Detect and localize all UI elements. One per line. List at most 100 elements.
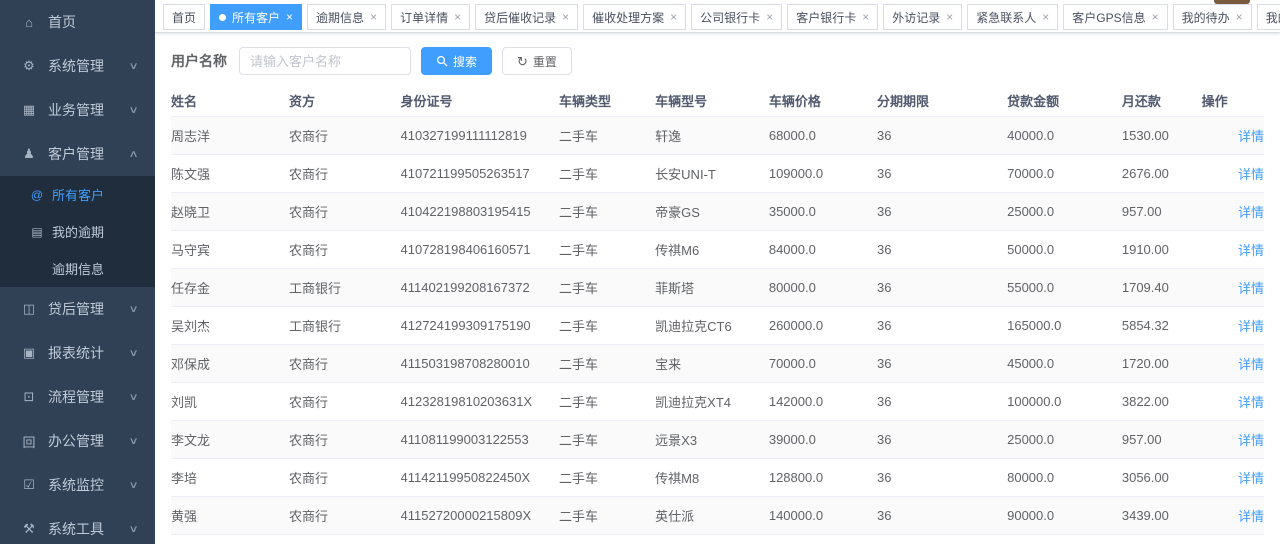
tab[interactable]: 贷后催收记录 × — [475, 4, 578, 30]
cell-loan-amount: 45000.0 — [1007, 345, 1122, 383]
tab[interactable]: 客户GPS信息 × — [1063, 4, 1167, 30]
detail-link[interactable]: 详情 — [1238, 205, 1264, 220]
close-icon[interactable]: × — [286, 11, 293, 23]
tab[interactable]: 紧急联系人 × — [967, 4, 1058, 30]
tab[interactable]: 公司银行卡 × — [691, 4, 782, 30]
search-button-label: 搜索 — [453, 53, 477, 70]
tab[interactable]: 催收处理方案 × — [583, 4, 686, 30]
table-row: 李文龙 农商行 411081199003122553 二手车 远景X3 3900… — [171, 421, 1264, 459]
cell-funder: 工商银行 — [289, 269, 400, 307]
cell-loan-amount: 165000.0 — [1007, 307, 1122, 345]
sidebar-item[interactable]: ▤ 我的逾期 — [0, 213, 155, 250]
sidebar-item-label: 业务管理 — [48, 100, 104, 120]
sidebar-item[interactable]: ♟ 客户管理 ∧ — [0, 132, 155, 176]
cell-vehicle-type: 二手车 — [559, 497, 655, 535]
cell-vehicle-model: 菲斯塔 — [655, 269, 769, 307]
table-row: 任存金 工商银行 411402199208167372 二手车 菲斯塔 8000… — [171, 269, 1264, 307]
cell-loan-amount: 50000.0 — [1007, 231, 1122, 269]
tab[interactable]: 逾期信息 × — [307, 4, 386, 30]
sidebar-item[interactable]: ▦ 业务管理 ∨ — [0, 88, 155, 132]
close-icon[interactable]: × — [1152, 11, 1159, 23]
sidebar-item[interactable]: ⌂ 首页 — [0, 0, 155, 44]
close-icon[interactable]: × — [766, 11, 773, 23]
cell-vehicle-model: 远景X3 — [655, 421, 769, 459]
detail-link[interactable]: 详情 — [1238, 129, 1264, 144]
table-row: 马守宾 农商行 410728198406160571 二手车 传祺M6 8400… — [171, 231, 1264, 269]
detail-link[interactable]: 详情 — [1238, 319, 1264, 334]
detail-link[interactable]: 详情 — [1238, 395, 1264, 410]
close-icon[interactable]: × — [562, 11, 569, 23]
sidebar-item[interactable]: 回 办公管理 ∨ — [0, 419, 155, 463]
cell-id-number: 411402199208167372 — [401, 269, 559, 307]
detail-link[interactable]: 详情 — [1238, 357, 1264, 372]
cell-vehicle-type: 二手车 — [559, 535, 655, 544]
sidebar-item-label: 逾期信息 — [52, 259, 104, 278]
cell-term: 36 — [877, 421, 1007, 459]
sidebar-item[interactable]: ▣ 报表统计 ∨ — [0, 331, 155, 375]
tab[interactable]: 首页 × — [163, 4, 205, 30]
tab[interactable]: 我的流程 × — [1257, 4, 1280, 30]
search-button[interactable]: 搜索 — [421, 47, 492, 75]
close-icon[interactable]: × — [370, 11, 377, 23]
sidebar-item-label: 办公管理 — [48, 431, 104, 451]
sidebar-item[interactable]: ⊡ 流程管理 ∨ — [0, 375, 155, 419]
cell-loan-amount: 100000.0 — [1007, 383, 1122, 421]
user-icon: ♟ — [20, 146, 38, 162]
table-row: 陈文强 农商行 410721199505263517 二手车 长安UNI-T 1… — [171, 155, 1264, 193]
sidebar-item-label: 首页 — [48, 12, 76, 32]
sidebar-item[interactable]: @ 所有客户 — [0, 176, 155, 213]
table-row: 邓保成 农商行 411503198708280010 二手车 宝来 70000.… — [171, 345, 1264, 383]
cell-name: 周志洋 — [171, 117, 289, 155]
close-icon[interactable]: × — [670, 11, 677, 23]
sidebar-item-label: 系统监控 — [48, 475, 104, 495]
cell-vehicle-type: 二手车 — [559, 269, 655, 307]
cell-id-number: 41152720000215809X — [401, 497, 559, 535]
cell-vehicle-model: 凯迪拉克CT6 — [655, 307, 769, 345]
chevron-down-icon: ∨ — [128, 105, 138, 116]
reset-button[interactable]: ↻ 重置 — [502, 47, 572, 75]
tab[interactable]: 我的待办 × — [1173, 4, 1252, 30]
close-icon[interactable]: × — [862, 11, 869, 23]
cell-funder: 农商行 — [289, 459, 400, 497]
sidebar-item[interactable]: ◫ 贷后管理 ∨ — [0, 287, 155, 331]
cell-funder: 农商行 — [289, 345, 400, 383]
sidebar-item[interactable]: ⚙ 系统管理 ∨ — [0, 44, 155, 88]
close-icon[interactable]: × — [1042, 11, 1049, 23]
cell-vehicle-type: 二手车 — [559, 345, 655, 383]
detail-link[interactable]: 详情 — [1238, 433, 1264, 448]
sidebar-item[interactable]: 逾期信息 — [0, 250, 155, 287]
detail-link[interactable]: 详情 — [1238, 167, 1264, 182]
cell-loan-amount: 40000.0 — [1007, 117, 1122, 155]
cell-vehicle-model: 传祺M8 — [655, 459, 769, 497]
cell-vehicle-price: 77000.0 — [769, 535, 877, 544]
close-icon[interactable]: × — [946, 11, 953, 23]
refresh-icon: ↻ — [517, 55, 528, 68]
sidebar-item[interactable]: ☑ 系统监控 ∨ — [0, 463, 155, 507]
detail-link[interactable]: 详情 — [1238, 243, 1264, 258]
close-icon[interactable]: × — [1236, 11, 1243, 23]
detail-link[interactable]: 详情 — [1238, 281, 1264, 296]
sidebar-item[interactable]: ⚒ 系统工具 ∨ — [0, 507, 155, 544]
tab[interactable]: 所有客户 × — [210, 4, 302, 30]
cell-vehicle-model: 帝豪GS — [655, 193, 769, 231]
cell-term: 36 — [877, 269, 1007, 307]
tab-label: 客户GPS信息 — [1072, 9, 1145, 26]
cell-vehicle-price: 142000.0 — [769, 383, 877, 421]
tab[interactable]: 订单详情 × — [391, 4, 470, 30]
cell-vehicle-model: 长安UNI-T — [655, 155, 769, 193]
office-icon: 回 — [20, 432, 38, 451]
customer-name-input[interactable] — [239, 47, 411, 75]
table-row: 李培 农商行 41142119950822450X 二手车 传祺M8 12880… — [171, 459, 1264, 497]
detail-link[interactable]: 详情 — [1238, 509, 1264, 524]
column-header: 月还款 — [1122, 85, 1202, 117]
cell-vehicle-model: 轩逸 — [655, 117, 769, 155]
detail-link[interactable]: 详情 — [1238, 471, 1264, 486]
tab[interactable]: 客户银行卡 × — [787, 4, 878, 30]
cell-vehicle-price: 70000.0 — [769, 345, 877, 383]
table-row: 周志洋 农商行 410327199111112819 二手车 轩逸 68000.… — [171, 117, 1264, 155]
cell-name: 陈文强 — [171, 155, 289, 193]
cell-monthly-payment: 3822.00 — [1122, 383, 1202, 421]
tab[interactable]: 外访记录 × — [883, 4, 962, 30]
close-icon[interactable]: × — [454, 11, 461, 23]
table-row: 黄强 农商行 41152720000215809X 二手车 英仕派 140000… — [171, 497, 1264, 535]
